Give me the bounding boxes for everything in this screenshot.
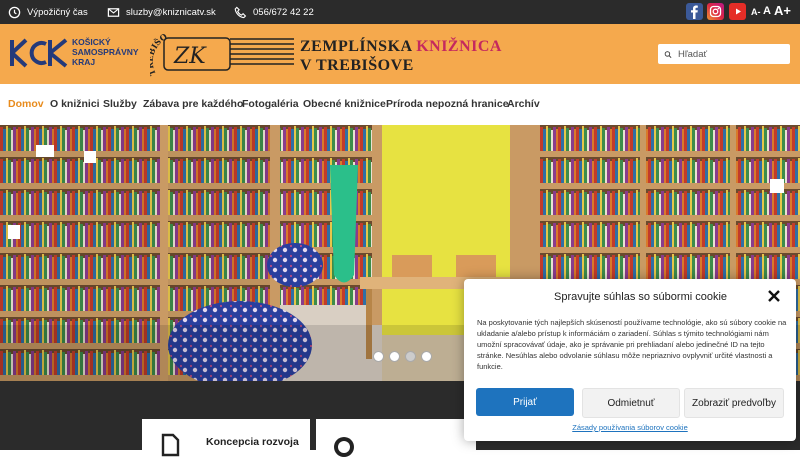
region-line-1: KOŠICKÝ <box>72 37 111 47</box>
region-line-2: SAMOSPRÁVNY <box>72 47 139 57</box>
cookie-policy-link[interactable]: Zásady používania súborov cookie <box>464 423 796 432</box>
nav-item-obecne-kniznice[interactable]: Obecné knižnice <box>303 98 386 110</box>
opening-hours-label: Výpožičný čas <box>27 6 88 18</box>
nav-item-priroda[interactable]: Príroda nepozná hranice <box>386 98 509 110</box>
phone-link[interactable]: 056/672 42 22 <box>234 0 314 24</box>
main-navigation: Domov O knižnici Služby Zábava pre každé… <box>0 84 800 125</box>
site-title-line-1: ZEMPLÍNSKA KNIŽNICA <box>300 38 502 56</box>
slider-dot[interactable] <box>421 351 432 362</box>
phone-icon <box>234 6 247 18</box>
nav-item-fotogaleria[interactable]: Fotogaléria <box>242 98 299 110</box>
email-link[interactable]: sluzby@kniznicatv.sk <box>107 0 216 24</box>
nav-item-zabava[interactable]: Zábava pre každého <box>143 98 243 110</box>
globe-icon <box>334 437 354 457</box>
region-line-3: KRAJ <box>72 57 96 67</box>
envelope-icon <box>107 7 120 17</box>
card-koncepcia[interactable]: Koncepcia rozvoja <box>142 419 310 457</box>
accept-button[interactable]: Prijať <box>476 388 574 416</box>
nav-item-domov[interactable]: Domov <box>8 98 44 110</box>
logo-initials: ZK <box>173 44 207 69</box>
card-label: Koncepcia rozvoja <box>206 436 299 448</box>
font-size-normal[interactable]: A <box>763 5 771 17</box>
cookie-title: Spravujte súhlas so súbormi cookie <box>554 291 728 303</box>
region-name: KOŠICKÝ SAMOSPRÁVNY KRAJ <box>72 37 139 67</box>
search-box[interactable] <box>658 44 790 64</box>
search-input[interactable] <box>676 47 790 61</box>
deny-button[interactable]: Odmietnuť <box>582 388 680 418</box>
title-part: ZEMPLÍNSKA <box>300 38 417 55</box>
font-size-decrease[interactable]: A- <box>751 7 761 17</box>
instagram-icon[interactable] <box>707 3 724 20</box>
slider-dot[interactable] <box>389 351 400 362</box>
youtube-icon[interactable] <box>729 3 746 20</box>
slider-dots <box>373 351 432 362</box>
slider-dot-active[interactable] <box>405 351 416 362</box>
email-label: sluzby@kniznicatv.sk <box>126 6 216 18</box>
site-header: KOŠICKÝ SAMOSPRÁVNY KRAJ TREBIŠOV ZK ZEM… <box>0 24 800 84</box>
nav-item-o-kniznici[interactable]: O knižnici <box>50 98 100 110</box>
document-icon <box>161 433 180 457</box>
nav-item-archiv[interactable]: Archív <box>507 98 540 110</box>
cookie-consent-dialog: Spravujte súhlas so súbormi cookie Na po… <box>464 279 796 441</box>
font-size-increase[interactable]: A+ <box>774 3 791 18</box>
nav-item-sluzby[interactable]: Služby <box>103 98 137 110</box>
close-icon[interactable] <box>766 288 782 304</box>
cookie-description: Na poskytovanie tých najlepších skúsenos… <box>477 318 787 371</box>
opening-hours-link[interactable]: Výpožičný čas <box>8 0 88 24</box>
preferences-button[interactable]: Zobraziť predvoľby <box>684 388 784 418</box>
library-logo[interactable]: TREBIŠOV ZK <box>150 30 300 78</box>
slider-dot[interactable] <box>373 351 384 362</box>
kosice-region-logo[interactable] <box>8 38 70 68</box>
top-bar: Výpožičný čas sluzby@kniznicatv.sk 056/6… <box>0 0 800 24</box>
phone-label: 056/672 42 22 <box>253 6 314 18</box>
card-globe[interactable] <box>316 419 476 457</box>
site-title-line-2: V TREBIŠOVE <box>300 57 414 74</box>
clock-icon <box>8 6 21 18</box>
facebook-icon[interactable] <box>686 3 703 20</box>
search-icon <box>664 50 672 58</box>
title-accent: KNIŽNICA <box>416 38 502 55</box>
